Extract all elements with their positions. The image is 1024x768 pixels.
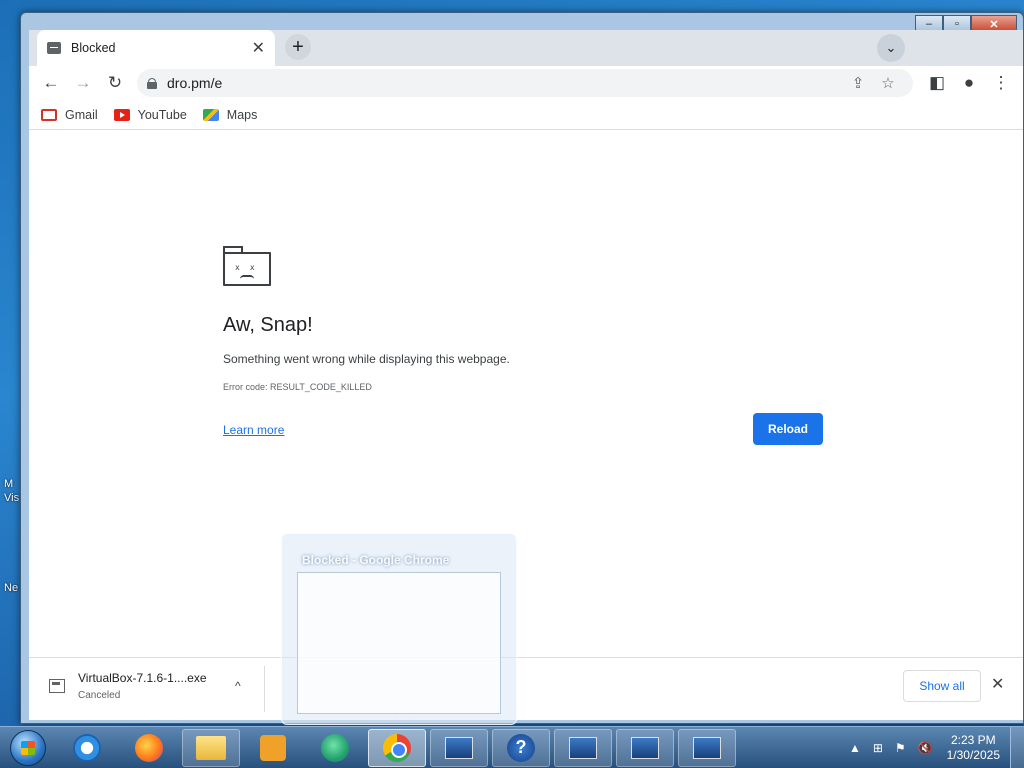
control-panel-icon bbox=[569, 736, 597, 759]
bookmark-label: Gmail bbox=[65, 107, 98, 122]
internet-explorer-icon bbox=[73, 733, 101, 762]
taskbar-thumbnail-preview[interactable]: Blocked - Google Chrome bbox=[281, 533, 517, 725]
taskbar-chat[interactable] bbox=[306, 729, 364, 767]
chat-icon bbox=[321, 733, 349, 762]
tray-expand-icon[interactable]: ▲ bbox=[849, 741, 861, 755]
youtube-icon bbox=[113, 108, 130, 121]
show-desktop-button[interactable] bbox=[1010, 727, 1024, 768]
taskbar-network[interactable] bbox=[430, 728, 488, 767]
bookmark-star-icon[interactable]: ☆ bbox=[873, 74, 903, 92]
preview-thumbnail bbox=[297, 572, 501, 714]
address-bar[interactable]: dro.pm/e ⇪ ☆ bbox=[137, 69, 913, 97]
taskbar-chrome[interactable] bbox=[368, 728, 426, 767]
download-status: Canceled bbox=[78, 690, 121, 701]
taskbar-task-manager[interactable] bbox=[678, 728, 736, 767]
file-icon bbox=[49, 679, 65, 693]
url-text[interactable]: dro.pm/e bbox=[167, 75, 843, 91]
close-download-bar-icon[interactable]: ✕ bbox=[991, 674, 1004, 694]
taskbar-help[interactable]: ? bbox=[492, 728, 550, 767]
bookmark-maps[interactable]: Maps bbox=[202, 107, 258, 122]
learn-more-link[interactable]: Learn more bbox=[223, 423, 284, 437]
forward-button[interactable]: → bbox=[67, 69, 99, 97]
remote-desktop-icon bbox=[631, 736, 659, 759]
network-monitor-icon bbox=[445, 736, 473, 759]
taskbar-control-panel[interactable] bbox=[554, 728, 612, 767]
desktop-label: M bbox=[4, 478, 14, 490]
taskbar: ? ▲ ⊞ ⚑ 🔇 2:23 PM 1/30/2025 bbox=[0, 726, 1024, 768]
network-icon[interactable]: ⊞ bbox=[873, 741, 883, 755]
error-page: xx Aw, Snap! Something went wrong while … bbox=[29, 130, 1023, 657]
bookmark-label: YouTube bbox=[137, 107, 187, 122]
volume-muted-icon[interactable]: 🔇 bbox=[918, 741, 933, 755]
taskbar-media[interactable] bbox=[244, 729, 302, 767]
show-all-button[interactable]: Show all bbox=[903, 670, 981, 702]
start-button[interactable] bbox=[10, 729, 46, 766]
download-filename: VirtualBox-7.1.6-1....exe bbox=[78, 671, 207, 685]
desktop-label: Ne bbox=[4, 582, 19, 594]
error-message: Something went wrong while displaying th… bbox=[223, 352, 510, 366]
maps-icon bbox=[202, 108, 219, 121]
preview-title: Blocked - Google Chrome bbox=[302, 553, 450, 567]
tab-title: Blocked bbox=[71, 41, 116, 55]
chrome-icon bbox=[383, 733, 411, 762]
clock-date: 1/30/2025 bbox=[946, 748, 1000, 762]
taskbar-firefox[interactable] bbox=[120, 729, 178, 767]
taskbar-ie[interactable] bbox=[58, 729, 116, 767]
bookmark-gmail[interactable]: Gmail bbox=[41, 108, 98, 122]
menu-icon[interactable]: ⋮ bbox=[985, 69, 1017, 97]
sad-tab-icon: xx bbox=[223, 246, 271, 286]
browser-content-area: Blocked ✕ + ⌄ ← → ↻ dro.pm/e ⇪ ☆ ◧ ● ⋮ G… bbox=[29, 30, 1023, 720]
firefox-icon bbox=[135, 733, 163, 762]
tab-close-icon[interactable]: ✕ bbox=[252, 38, 265, 58]
new-tab-button[interactable]: + bbox=[285, 34, 311, 60]
download-bar: VirtualBox-7.1.6-1....exe Canceled ^ Sho… bbox=[29, 657, 1023, 720]
help-icon: ? bbox=[507, 733, 535, 762]
bookmarks-bar: Gmail YouTube Maps bbox=[29, 100, 1023, 130]
system-tray: ▲ ⊞ ⚑ 🔇 2:23 PM 1/30/2025 bbox=[843, 727, 1024, 768]
download-item[interactable]: VirtualBox-7.1.6-1....exe Canceled ^ bbox=[37, 666, 265, 712]
share-icon[interactable]: ⇪ bbox=[843, 74, 873, 92]
reload-button[interactable]: Reload bbox=[753, 413, 823, 445]
task-manager-icon bbox=[693, 736, 721, 759]
clock-time: 2:23 PM bbox=[950, 733, 996, 747]
error-code: Error code: RESULT_CODE_KILLED bbox=[223, 382, 372, 392]
gmail-icon bbox=[41, 108, 57, 121]
bookmark-youtube[interactable]: YouTube bbox=[113, 107, 187, 122]
tab-search-button[interactable]: ⌄ bbox=[877, 34, 905, 62]
toolbar: ← → ↻ dro.pm/e ⇪ ☆ ◧ ● ⋮ bbox=[29, 66, 1023, 100]
taskbar-explorer[interactable] bbox=[182, 728, 240, 767]
taskbar-remote-desktop[interactable] bbox=[616, 728, 674, 767]
desktop-label: Vis bbox=[4, 492, 20, 504]
action-center-flag-icon[interactable]: ⚑ bbox=[895, 741, 906, 755]
back-button[interactable]: ← bbox=[35, 69, 67, 97]
media-player-icon bbox=[260, 734, 286, 761]
bookmark-label: Maps bbox=[226, 107, 258, 122]
folder-icon bbox=[196, 735, 226, 760]
tab-blocked[interactable]: Blocked ✕ bbox=[37, 30, 275, 66]
profile-icon[interactable]: ● bbox=[953, 69, 985, 97]
sad-tab-favicon-icon bbox=[47, 42, 61, 54]
lock-icon[interactable] bbox=[147, 77, 157, 89]
reload-icon[interactable]: ↻ bbox=[99, 69, 131, 97]
error-heading: Aw, Snap! bbox=[223, 314, 313, 336]
clock[interactable]: 2:23 PM 1/30/2025 bbox=[947, 733, 1000, 763]
side-panel-icon[interactable]: ◧ bbox=[921, 69, 953, 97]
chevron-up-icon[interactable]: ^ bbox=[235, 679, 241, 693]
browser-window: – ▫ ✕ Blocked ✕ + ⌄ ← → ↻ dro.pm/e ⇪ ☆ ◧ bbox=[20, 12, 1024, 724]
tab-strip: Blocked ✕ + ⌄ bbox=[29, 30, 1023, 66]
